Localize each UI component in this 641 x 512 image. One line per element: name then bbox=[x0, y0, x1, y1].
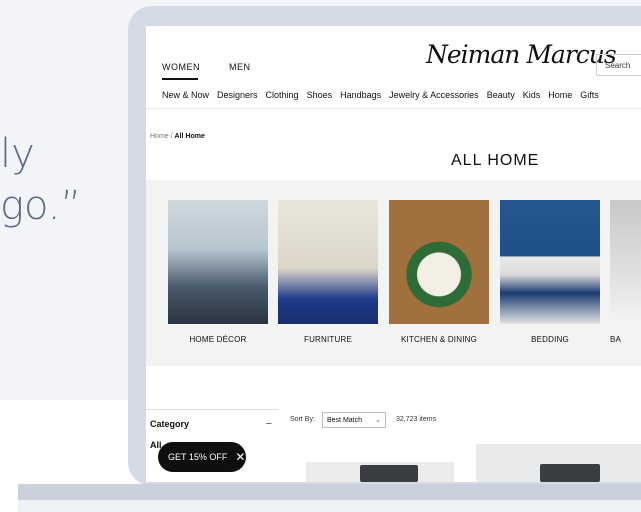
tab-men[interactable]: MEN bbox=[229, 62, 251, 72]
nav-jewelry[interactable]: Jewelry & Accessories bbox=[389, 90, 479, 100]
category-label-bedding[interactable]: BEDDING bbox=[500, 335, 600, 344]
category-label-kitchen[interactable]: KITCHEN & DINING bbox=[389, 335, 489, 344]
breadcrumb-home[interactable]: Home bbox=[150, 133, 169, 140]
quote-line-1: ly bbox=[0, 131, 35, 177]
marketing-quote: ly go.” bbox=[0, 128, 81, 232]
sort-select[interactable]: Best Match ⌄ bbox=[322, 412, 386, 428]
category-tile-bedding[interactable] bbox=[500, 200, 600, 324]
nav-kids[interactable]: Kids bbox=[523, 90, 541, 100]
site-logo[interactable]: Neiman Marcus bbox=[426, 40, 617, 69]
nav-designers[interactable]: Designers bbox=[217, 90, 258, 100]
close-icon[interactable]: ✕ bbox=[235, 450, 245, 464]
category-label-furniture[interactable]: FURNITURE bbox=[278, 335, 378, 344]
laptop-base bbox=[18, 484, 641, 500]
nav-home[interactable]: Home bbox=[548, 90, 572, 100]
sort-label: Sort By: bbox=[290, 416, 315, 423]
nav-clothing[interactable]: Clothing bbox=[266, 90, 299, 100]
active-tab-indicator bbox=[162, 78, 198, 80]
laptop-base-shadow bbox=[18, 500, 641, 512]
category-tile-furniture[interactable] bbox=[278, 200, 378, 324]
tab-women[interactable]: WOMEN bbox=[162, 62, 200, 72]
chevron-down-icon: ⌄ bbox=[375, 417, 381, 424]
website-screen: WOMEN MEN Neiman Marcus Search New & Now… bbox=[146, 26, 641, 482]
filter-divider bbox=[146, 409, 278, 410]
breadcrumb: Home / All Home bbox=[150, 133, 205, 140]
breadcrumb-current: All Home bbox=[174, 133, 205, 140]
filter-category-heading[interactable]: Category bbox=[150, 419, 189, 429]
product-card-1[interactable] bbox=[306, 462, 454, 482]
sort-value: Best Match bbox=[327, 417, 363, 424]
category-label-home-decor[interactable]: HOME DÉCOR bbox=[168, 335, 268, 344]
product-image-2 bbox=[540, 464, 600, 482]
page-title: ALL HOME bbox=[451, 152, 540, 169]
category-tile-home-decor[interactable] bbox=[168, 200, 268, 324]
quote-line-2: go.” bbox=[0, 183, 82, 229]
promo-label[interactable]: GET 15% OFF bbox=[168, 452, 227, 462]
nav-gifts[interactable]: Gifts bbox=[580, 90, 599, 100]
collapse-icon[interactable]: – bbox=[266, 418, 272, 429]
category-tile-bath[interactable] bbox=[610, 200, 641, 324]
header-divider bbox=[146, 108, 641, 109]
search-input[interactable]: Search bbox=[596, 54, 641, 76]
promo-pill[interactable]: GET 15% OFF ✕ bbox=[158, 442, 246, 472]
nav-beauty[interactable]: Beauty bbox=[487, 90, 515, 100]
main-nav: New & Now Designers Clothing Shoes Handb… bbox=[162, 90, 599, 100]
category-label-bath[interactable]: BA bbox=[610, 335, 641, 344]
category-tile-kitchen[interactable] bbox=[389, 200, 489, 324]
product-card-2[interactable] bbox=[476, 444, 641, 482]
nav-handbags[interactable]: Handbags bbox=[340, 90, 381, 100]
item-count: 32,723 items bbox=[396, 416, 437, 423]
product-image-1 bbox=[360, 465, 418, 482]
nav-shoes[interactable]: Shoes bbox=[307, 90, 333, 100]
nav-new-now[interactable]: New & Now bbox=[162, 90, 209, 100]
